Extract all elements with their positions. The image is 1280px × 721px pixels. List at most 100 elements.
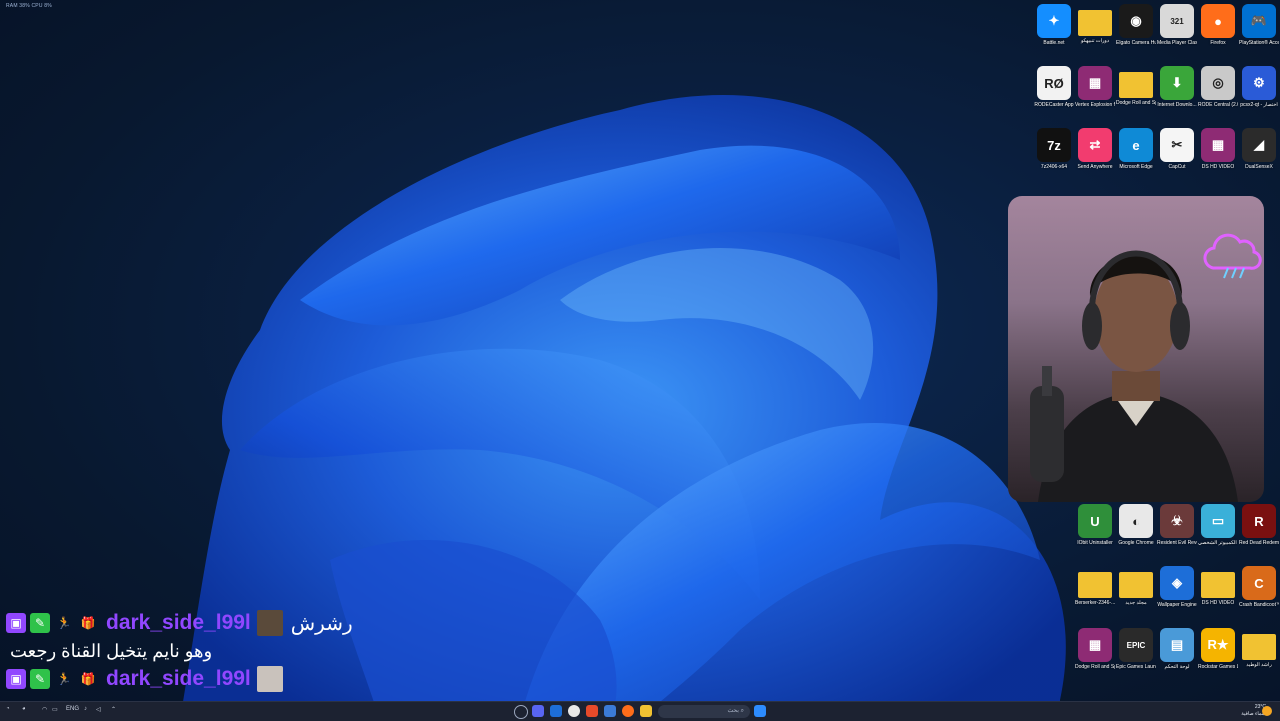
chat-message-text: رشرش xyxy=(290,612,353,635)
tray-overflow-icon[interactable]: ⌃ xyxy=(111,706,116,713)
tray-icon[interactable]: ◕ xyxy=(22,706,26,712)
desktop-icon[interactable]: R★ Rockstar Games Launcher xyxy=(1198,628,1238,670)
desktop-icon[interactable]: مجلد جديد xyxy=(1116,566,1156,606)
chrome-taskbar-icon[interactable] xyxy=(568,705,580,717)
desktop-icon[interactable]: راشد الوطيد xyxy=(1239,628,1279,668)
taskbar-app-icon[interactable] xyxy=(532,705,544,717)
app-icon: 321 xyxy=(1160,4,1194,38)
desktop-icon[interactable]: e Microsoft Edge xyxy=(1116,128,1156,170)
taskbar-app-icon[interactable] xyxy=(604,705,616,717)
twitch-badge-icon: ▣ xyxy=(6,613,26,633)
firefox-taskbar-icon[interactable] xyxy=(622,705,634,717)
desktop-icon-label: 7z2406-x64 xyxy=(1040,164,1068,170)
cloud-neon-icon xyxy=(1203,233,1262,279)
desktop-icon[interactable]: ▦ DS HD VIDEO xyxy=(1198,128,1238,170)
chat-username: dark_side_l99l xyxy=(106,611,251,634)
desktop-icon-label: راشد الوطيد xyxy=(1246,662,1272,668)
desktop-icon[interactable]: ◐ Google Chrome xyxy=(1116,504,1156,546)
file-explorer-taskbar-icon[interactable] xyxy=(640,705,652,717)
chat-emote-icon xyxy=(256,666,283,692)
desktop-icon[interactable]: ⇄ Send Anywhere xyxy=(1075,128,1115,170)
desktop-icon-label: DS HD VIDEO xyxy=(1201,164,1235,170)
tray-display-icon[interactable]: ▭ xyxy=(52,706,58,713)
desktop-icon[interactable]: ▭ هذا الكمبيوتر الشخصي xyxy=(1198,504,1238,546)
desktop-icon[interactable]: ◢ DualSenseX xyxy=(1239,128,1279,170)
desktop-icon-label: RODECaster App xyxy=(1034,102,1074,108)
desktop-icon-label: PlayStation® Accessories xyxy=(1239,40,1279,46)
app-icon: ✦ xyxy=(1037,4,1071,38)
desktop-icon[interactable]: ● Firefox xyxy=(1198,4,1238,46)
tray-language[interactable]: ENG xyxy=(66,706,79,712)
brave-taskbar-icon[interactable] xyxy=(586,705,598,717)
app-icon xyxy=(1119,572,1153,598)
desktop-icon[interactable]: دورات تنبيهكو xyxy=(1075,4,1115,44)
desktop-icon-label: Dodge Roll and Sprint-496-2-30... xyxy=(1116,100,1156,106)
taskbar-search-box[interactable]: بحث ⌕ xyxy=(658,705,750,718)
desktop-icon[interactable]: C Crash Bandicoot™... xyxy=(1239,566,1279,608)
tray-mic-icon[interactable]: ♪ xyxy=(84,706,87,712)
app-icon: 7z xyxy=(1037,128,1071,162)
desktop-icon[interactable]: RØ RODECaster App xyxy=(1034,66,1074,108)
weather-sun-icon[interactable] xyxy=(1262,706,1272,716)
desktop-icon-label: دورات تنبيهكو xyxy=(1080,38,1110,44)
desktop-icon-label: Elgato Camera Hub xyxy=(1116,40,1156,46)
taskbar-app-icon[interactable] xyxy=(550,705,562,717)
desktop-icon[interactable]: EPIC Epic Games Launcher xyxy=(1116,628,1156,670)
desktop-icon[interactable]: 321 Media Player Classic xyxy=(1157,4,1197,46)
desktop-icon[interactable]: ◎ RODE Central (2.0.65) xyxy=(1198,66,1238,108)
desktop-icon-label: DualSenseX xyxy=(1245,164,1273,170)
desktop-icon[interactable]: ✦ Battle.net xyxy=(1034,4,1074,46)
desktop-icon[interactable]: ▦ Vertex Explosion fix-109-1-0-17... xyxy=(1075,66,1115,108)
desktop-icon[interactable]: ▤ لوحة التحكم xyxy=(1157,628,1197,670)
desktop-icon[interactable]: Berserker-2346-... xyxy=(1075,566,1115,606)
desktop-icon[interactable]: ▦ Dodge Roll and Sprint-496-2-30... xyxy=(1075,628,1115,670)
app-icon xyxy=(1078,10,1112,36)
webcam-overlay xyxy=(1008,196,1264,502)
desktop-icon-label: Dodge Roll and Sprint-496-2-30... xyxy=(1075,664,1115,670)
desktop-icon[interactable]: 7z 7z2406-x64 xyxy=(1034,128,1074,170)
chat-username: dark_side_l99l xyxy=(106,667,251,690)
desktop-icon[interactable]: ⬇ Internet Downlo... xyxy=(1157,66,1197,108)
app-icon: e xyxy=(1119,128,1153,162)
streamer-figure xyxy=(1030,233,1262,502)
desktop-icon[interactable]: ☣ Resident Evil Revelations... xyxy=(1157,504,1197,546)
tray-volume-icon[interactable]: ◁ xyxy=(96,706,101,713)
desktop-icon-label: مجلد جديد xyxy=(1125,600,1147,606)
desktop-icon-label: Epic Games Launcher xyxy=(1116,664,1156,670)
app-icon: U xyxy=(1078,504,1112,538)
gift-badge-icon: 🎁 xyxy=(80,672,96,686)
app-icon xyxy=(1242,634,1276,660)
desktop-icon[interactable]: DS HD VIDEO xyxy=(1198,566,1238,606)
app-icon: ● xyxy=(1201,4,1235,38)
app-icon: C xyxy=(1242,566,1276,600)
desktop-icon[interactable]: 🎮 PlayStation® Accessories xyxy=(1239,4,1279,46)
desktop-icon-label: Red Dead Redemption 2 xyxy=(1239,540,1279,546)
desktop-icon[interactable]: ◉ Elgato Camera Hub xyxy=(1116,4,1156,46)
tray-network-icon[interactable]: ◔ xyxy=(6,706,10,712)
start-windows-icon[interactable] xyxy=(754,705,766,717)
app-icon: ◐ xyxy=(1119,504,1153,538)
desktop-icon[interactable]: Dodge Roll and Sprint-496-2-30... xyxy=(1116,66,1156,106)
edit-badge-icon: ✎ xyxy=(30,613,50,633)
app-icon: RØ xyxy=(1037,66,1071,100)
twitch-badge-icon: ▣ xyxy=(6,669,26,689)
desktop-icon[interactable]: ◈ Wallpaper Engine xyxy=(1157,566,1197,608)
desktop-icon[interactable]: ✂ CapCut xyxy=(1157,128,1197,170)
desktop-icon-label: Media Player Classic xyxy=(1157,40,1197,46)
taskbar-app-icon[interactable] xyxy=(514,705,528,719)
chat-message-row: ▣ ✎ 🏃 🎁 dark_side_l99l xyxy=(6,664,426,694)
tray-wifi-icon[interactable]: ◠ xyxy=(42,706,47,713)
app-icon: ▭ xyxy=(1201,504,1235,538)
desktop-icon-label: Vertex Explosion fix-109-1-0-17... xyxy=(1075,102,1115,108)
desktop-icon-label: Firefox xyxy=(1210,40,1226,46)
edit-badge-icon: ✎ xyxy=(30,669,50,689)
app-icon: ◉ xyxy=(1119,4,1153,38)
desktop-icon-label: Resident Evil Revelations... xyxy=(1157,540,1197,546)
desktop-icon-label: Send Anywhere xyxy=(1077,164,1113,170)
desktop-icon[interactable]: R Red Dead Redemption 2 xyxy=(1239,504,1279,546)
desktop-icon-label: Crash Bandicoot™... xyxy=(1239,602,1279,608)
app-icon: ◢ xyxy=(1242,128,1276,162)
taskbar: ◔ ◕ ◠ ▭ ENG ♪ ◁ ⌃ بحث ⌕ 23°C سماء صافية xyxy=(0,701,1280,721)
desktop-icon[interactable]: U IObit Uninstaller xyxy=(1075,504,1115,546)
desktop-icon[interactable]: ⚙ pcsx2-qt - اختصار xyxy=(1239,66,1279,108)
